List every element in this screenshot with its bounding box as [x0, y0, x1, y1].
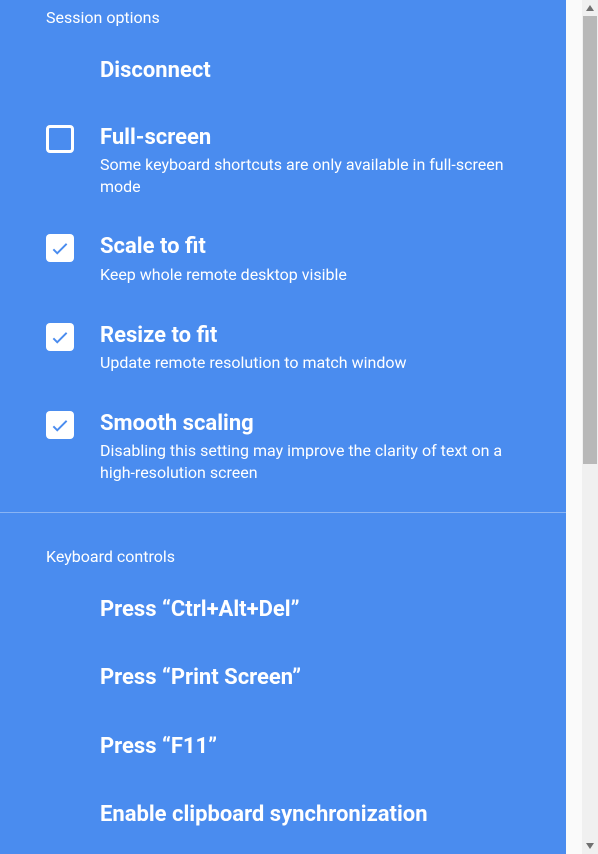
scale-to-fit-item[interactable]: Scale to fit Keep whole remote desktop v… [0, 215, 566, 303]
enable-clipboard-sync-label: Enable clipboard synchronization [100, 801, 536, 830]
resize-to-fit-label: Resize to fit [100, 322, 536, 351]
scrollbar-thumb[interactable] [583, 16, 597, 464]
full-screen-desc: Some keyboard shortcuts are only availab… [100, 154, 536, 197]
resize-to-fit-item[interactable]: Resize to fit Update remote resolution t… [0, 304, 566, 392]
disconnect-item[interactable]: Disconnect [0, 37, 566, 106]
scale-to-fit-label: Scale to fit [100, 233, 536, 262]
resize-to-fit-desc: Update remote resolution to match window [100, 352, 536, 374]
press-ctrl-alt-del-label: Press “Ctrl+Alt+Del” [100, 596, 536, 625]
press-ctrl-alt-del-item[interactable]: Press “Ctrl+Alt+Del” [0, 576, 566, 645]
smooth-scaling-desc: Disabling this setting may improve the c… [100, 440, 536, 483]
full-screen-label: Full-screen [100, 124, 536, 153]
full-screen-item[interactable]: Full-screen Some keyboard shortcuts are … [0, 106, 566, 216]
checkbox-checked-icon[interactable] [46, 411, 74, 439]
options-panel: Session options Disconnect Full-screen S… [0, 0, 566, 854]
checkbox-checked-icon[interactable] [46, 323, 74, 351]
scrollbar-track[interactable] [582, 0, 598, 854]
enable-clipboard-sync-item[interactable]: Enable clipboard synchronization [0, 781, 566, 850]
press-print-screen-item[interactable]: Press “Print Screen” [0, 644, 566, 713]
scrollbar-down-icon[interactable] [582, 838, 598, 854]
session-options-header: Session options [0, 0, 566, 37]
press-print-screen-label: Press “Print Screen” [100, 664, 536, 693]
disconnect-label: Disconnect [100, 57, 536, 86]
checkbox-unchecked-icon[interactable] [46, 125, 74, 153]
smooth-scaling-item[interactable]: Smooth scaling Disabling this setting ma… [0, 392, 566, 512]
keyboard-controls-section: Keyboard controls Press “Ctrl+Alt+Del” P… [0, 513, 566, 850]
scale-to-fit-desc: Keep whole remote desktop visible [100, 264, 536, 286]
smooth-scaling-label: Smooth scaling [100, 410, 536, 439]
press-f11-label: Press “F11” [100, 733, 536, 762]
panel-gap [566, 0, 582, 854]
scrollbar-up-icon[interactable] [582, 0, 598, 16]
checkbox-checked-icon[interactable] [46, 234, 74, 262]
session-options-section: Session options Disconnect Full-screen S… [0, 0, 566, 512]
keyboard-controls-header: Keyboard controls [0, 539, 566, 576]
press-f11-item[interactable]: Press “F11” [0, 713, 566, 782]
